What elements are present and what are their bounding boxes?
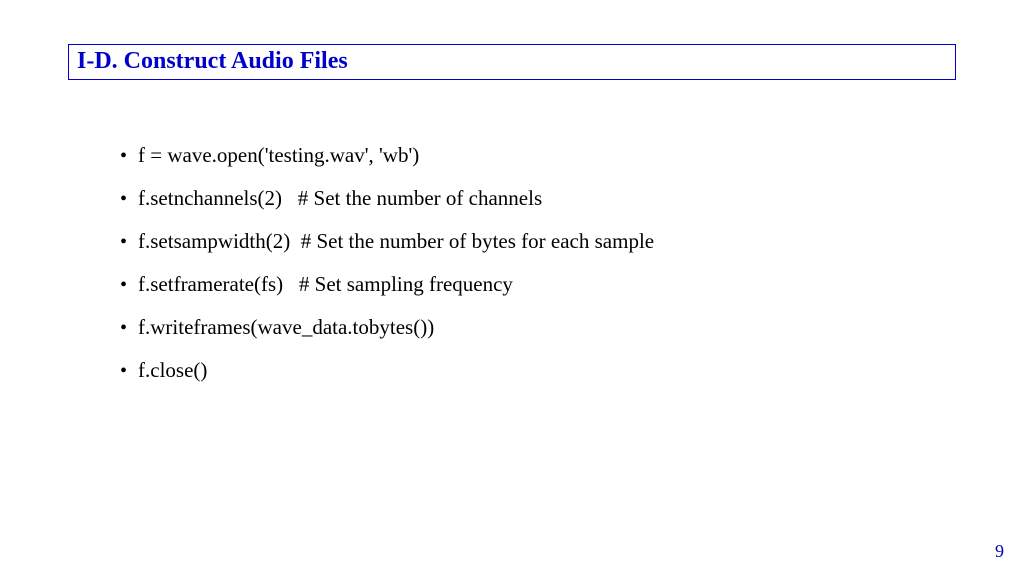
bullet-icon: • [120, 351, 138, 392]
list-item: • f.close() [120, 349, 964, 392]
bullet-icon: • [120, 222, 138, 263]
list-item-text: f.writeframes(wave_data.tobytes()) [138, 306, 434, 349]
page-number: 9 [995, 541, 1004, 562]
list-item: • f.setsampwidth(2) # Set the number of … [120, 220, 964, 263]
list-item-text: f.setsampwidth(2) # Set the number of by… [138, 220, 654, 263]
list-item-text: f.setframerate(fs) # Set sampling freque… [138, 263, 513, 306]
bullet-icon: • [120, 136, 138, 177]
bullet-icon: • [120, 308, 138, 349]
list-item: • f.setframerate(fs) # Set sampling freq… [120, 263, 964, 306]
section-title: I-D. Construct Audio Files [77, 48, 947, 75]
list-item-text: f.setnchannels(2) # Set the number of ch… [138, 177, 542, 220]
list-item: • f = wave.open('testing.wav', 'wb') [120, 134, 964, 177]
section-title-box: I-D. Construct Audio Files [68, 44, 956, 80]
list-item: • f.setnchannels(2) # Set the number of … [120, 177, 964, 220]
bullet-list: • f = wave.open('testing.wav', 'wb') • f… [120, 134, 964, 392]
list-item-text: f.close() [138, 349, 207, 392]
bullet-icon: • [120, 265, 138, 306]
bullet-icon: • [120, 179, 138, 220]
list-item-text: f = wave.open('testing.wav', 'wb') [138, 134, 419, 177]
list-item: • f.writeframes(wave_data.tobytes()) [120, 306, 964, 349]
